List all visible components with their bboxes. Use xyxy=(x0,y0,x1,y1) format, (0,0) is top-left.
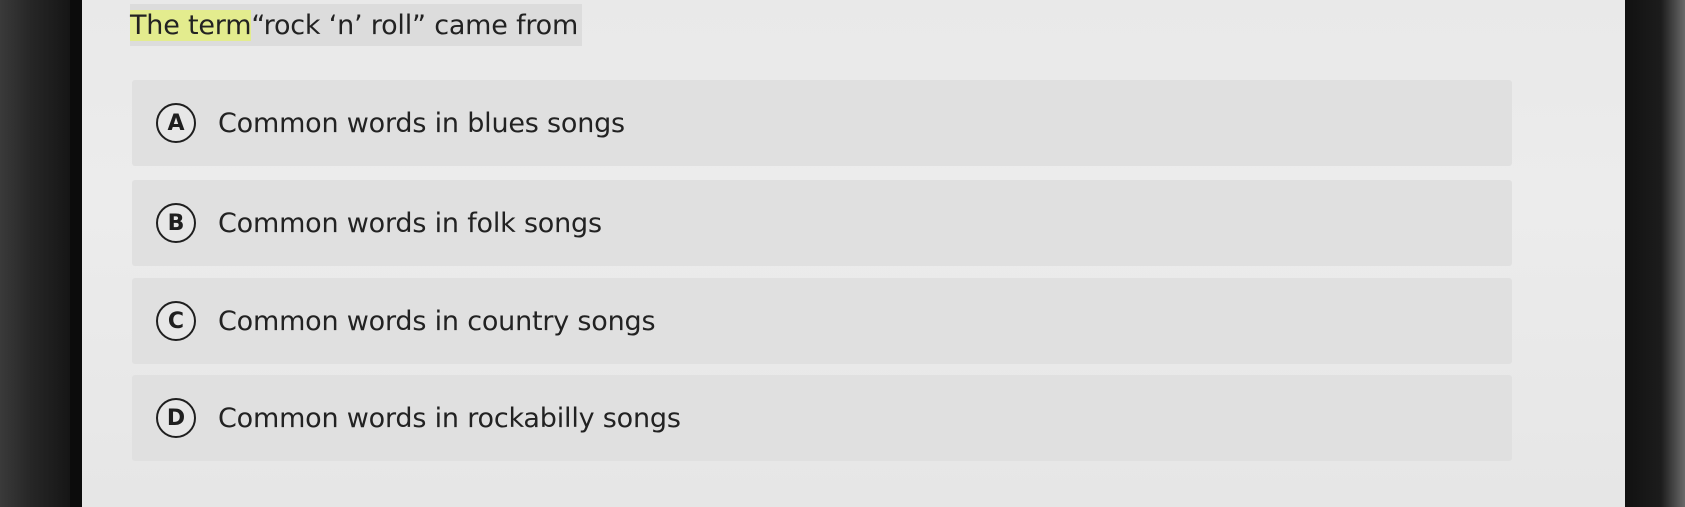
monitor-bezel-edge xyxy=(70,0,82,507)
option-c-label: Common words in country songs xyxy=(218,305,656,337)
option-d[interactable]: D Common words in rockabilly songs xyxy=(132,375,1512,461)
photo-frame: The term “rock ‘n’ roll” came from A Com… xyxy=(0,0,1685,507)
option-b-label: Common words in folk songs xyxy=(218,207,602,239)
question-rest-text: “rock ‘n’ roll” came from xyxy=(251,9,579,41)
monitor-bezel-left xyxy=(0,0,70,507)
option-c[interactable]: C Common words in country songs xyxy=(132,278,1512,364)
option-c-letter-badge: C xyxy=(156,301,196,341)
option-d-letter-badge: D xyxy=(156,398,196,438)
quiz-screen: The term “rock ‘n’ roll” came from A Com… xyxy=(82,0,1656,507)
question-highlighted-text: The term xyxy=(130,9,252,41)
option-a-label: Common words in blues songs xyxy=(218,107,625,139)
question-text: The term “rock ‘n’ roll” came from xyxy=(130,4,583,46)
option-b[interactable]: B Common words in folk songs xyxy=(132,180,1512,266)
option-a[interactable]: A Common words in blues songs xyxy=(132,80,1512,166)
option-b-letter-badge: B xyxy=(156,203,196,243)
option-a-letter-badge: A xyxy=(156,103,196,143)
option-d-label: Common words in rockabilly songs xyxy=(218,402,681,434)
monitor-bezel-right xyxy=(1625,0,1685,507)
